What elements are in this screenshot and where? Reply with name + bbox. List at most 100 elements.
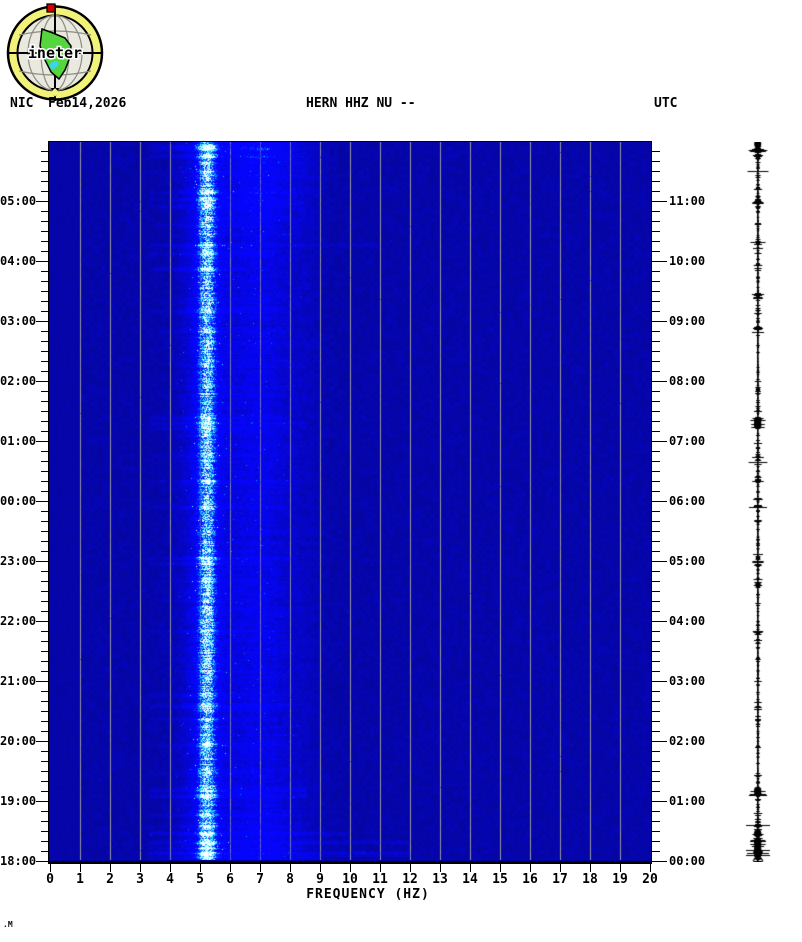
right-minor-tick — [652, 461, 660, 462]
freq-tick — [50, 864, 51, 872]
local-time-label: 22:00 — [0, 614, 37, 628]
right-minor-tick — [652, 791, 660, 792]
right-minor-tick — [652, 761, 660, 762]
left-minor-tick — [41, 701, 49, 702]
right-minor-tick — [652, 291, 660, 292]
local-time-label: 05:00 — [0, 194, 37, 208]
left-minor-tick — [41, 181, 49, 182]
local-time-label: 04:00 — [0, 254, 37, 268]
left-minor-tick — [41, 401, 49, 402]
right-minor-tick — [652, 771, 660, 772]
freq-tick-label: 15 — [492, 872, 508, 887]
utc-time-label: 06:00 — [669, 494, 706, 508]
ineter-logo-graphic: ineter ineter — [6, 3, 104, 101]
left-minor-tick — [41, 351, 49, 352]
freq-tick — [470, 864, 471, 872]
right-hour-tick — [652, 201, 667, 202]
freq-tick-label: 5 — [196, 872, 204, 887]
ineter-logo-text: ineter — [28, 44, 82, 62]
right-minor-tick — [652, 721, 660, 722]
utc-time-label: 10:00 — [669, 254, 706, 268]
left-minor-tick — [41, 531, 49, 532]
right-hour-tick — [652, 321, 667, 322]
left-minor-tick — [41, 371, 49, 372]
freq-tick — [530, 864, 531, 872]
left-hour-tick — [36, 621, 49, 622]
left-hour-tick — [36, 681, 49, 682]
right-minor-tick — [652, 231, 660, 232]
local-time-label: 18:00 — [0, 854, 37, 868]
right-hour-tick — [652, 681, 667, 682]
left-minor-tick — [41, 771, 49, 772]
left-minor-tick — [41, 281, 49, 282]
freq-tick-label: 14 — [462, 872, 478, 887]
freq-tick — [230, 864, 231, 872]
right-minor-tick — [652, 581, 660, 582]
right-minor-tick — [652, 631, 660, 632]
network-code-label: NIC — [10, 96, 34, 111]
left-minor-tick — [41, 471, 49, 472]
right-hour-tick — [652, 501, 667, 502]
left-minor-tick — [41, 641, 49, 642]
date-label: Feb14,2026 — [48, 96, 127, 111]
freq-tick-label: 8 — [286, 872, 294, 887]
left-minor-tick — [41, 331, 49, 332]
left-minor-tick — [41, 461, 49, 462]
freq-tick — [200, 864, 201, 872]
right-minor-tick — [652, 181, 660, 182]
freq-tick-label: 4 — [166, 872, 174, 887]
left-minor-tick — [41, 711, 49, 712]
right-minor-tick — [652, 551, 660, 552]
freq-tick — [500, 864, 501, 872]
right-minor-tick — [652, 641, 660, 642]
right-minor-tick — [652, 821, 660, 822]
local-time-label: 03:00 — [0, 314, 37, 328]
right-hour-tick — [652, 561, 667, 562]
left-minor-tick — [41, 651, 49, 652]
left-minor-tick — [41, 831, 49, 832]
right-minor-tick — [652, 511, 660, 512]
right-minor-tick — [652, 601, 660, 602]
right-minor-tick — [652, 271, 660, 272]
freq-tick-label: 1 — [76, 872, 84, 887]
left-minor-tick — [41, 731, 49, 732]
station-title-label: HERN HHZ NU -- — [306, 96, 416, 111]
right-minor-tick — [652, 661, 660, 662]
freq-tick — [170, 864, 171, 872]
right-minor-tick — [652, 541, 660, 542]
left-minor-tick — [41, 611, 49, 612]
left-minor-tick — [41, 271, 49, 272]
left-minor-tick — [41, 291, 49, 292]
right-minor-tick — [652, 481, 660, 482]
utc-time-label: 00:00 — [669, 854, 706, 868]
left-minor-tick — [41, 721, 49, 722]
right-minor-tick — [652, 281, 660, 282]
right-minor-tick — [652, 221, 660, 222]
freq-tick — [110, 864, 111, 872]
left-minor-tick — [41, 631, 49, 632]
right-minor-tick — [652, 851, 660, 852]
left-minor-tick — [41, 211, 49, 212]
freq-tick-label: 3 — [136, 872, 144, 887]
right-hour-tick — [652, 801, 667, 802]
right-minor-tick — [652, 751, 660, 752]
freq-tick — [650, 864, 651, 872]
left-hour-tick — [36, 741, 49, 742]
freq-tick — [350, 864, 351, 872]
left-minor-tick — [41, 541, 49, 542]
right-minor-tick — [652, 351, 660, 352]
freq-tick — [260, 864, 261, 872]
left-minor-tick — [41, 551, 49, 552]
right-hour-tick — [652, 741, 667, 742]
right-minor-tick — [652, 171, 660, 172]
right-minor-tick — [652, 451, 660, 452]
right-hour-tick — [652, 861, 667, 862]
left-hour-tick — [36, 501, 49, 502]
left-hour-tick — [36, 441, 49, 442]
utc-time-label: 01:00 — [669, 794, 706, 808]
left-minor-tick — [41, 821, 49, 822]
right-minor-tick — [652, 411, 660, 412]
freq-tick — [320, 864, 321, 872]
left-minor-tick — [41, 411, 49, 412]
right-minor-tick — [652, 301, 660, 302]
